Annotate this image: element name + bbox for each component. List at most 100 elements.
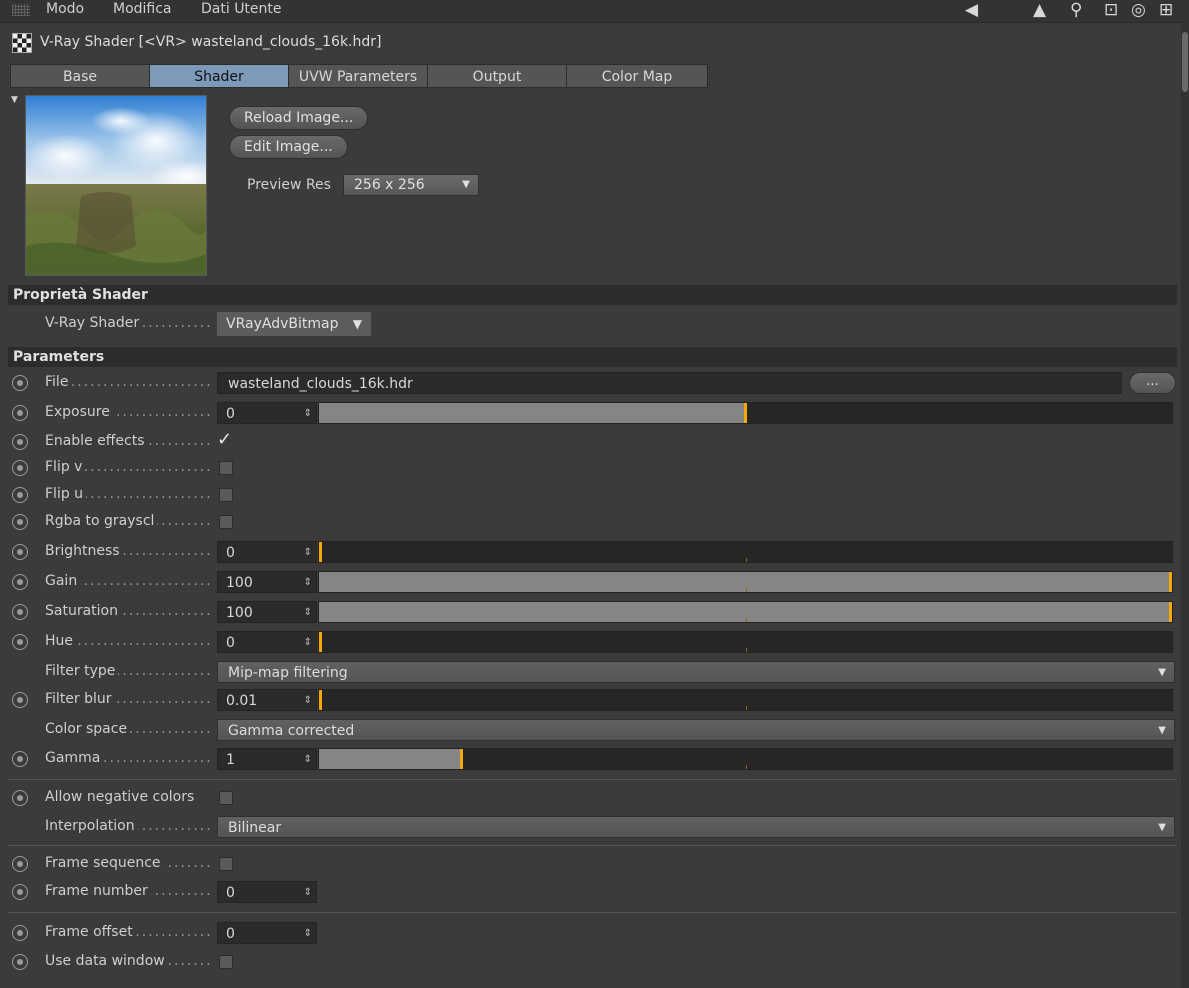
filter-blur-slider[interactable] xyxy=(318,689,1173,711)
menu-dati-utente[interactable]: Dati Utente xyxy=(201,1,282,17)
color-space-dropdown[interactable]: Gamma corrected ▼ xyxy=(217,719,1175,741)
chevron-down-icon: ▼ xyxy=(1158,822,1166,833)
slider-center-tick xyxy=(745,765,747,769)
search-icon[interactable]: ⚲ xyxy=(1070,0,1082,20)
scrollbar[interactable] xyxy=(1181,22,1189,988)
allow-negative-colors-checkbox[interactable] xyxy=(219,791,233,805)
slider-handle[interactable] xyxy=(319,690,322,710)
tab-shader[interactable]: Shader xyxy=(149,64,289,88)
animate-icon[interactable] xyxy=(12,604,28,620)
animate-icon[interactable] xyxy=(12,692,28,708)
animate-icon[interactable] xyxy=(12,884,28,900)
tab-color-map[interactable]: Color Map xyxy=(566,64,708,88)
saturation-input[interactable]: 100 ⇕ xyxy=(217,601,317,623)
label-file: ......................................Fi… xyxy=(45,374,213,390)
vray-shader-dropdown[interactable]: VRayAdvBitmap ▼ xyxy=(217,312,371,336)
animate-icon[interactable] xyxy=(12,634,28,650)
tab-base[interactable]: Base xyxy=(10,64,150,88)
spinner-icon[interactable]: ⇕ xyxy=(304,749,312,771)
row-filter-blur: ......................................Fi… xyxy=(0,687,1189,713)
slider-handle[interactable] xyxy=(460,749,463,769)
interpolation-dropdown[interactable]: Bilinear ▼ xyxy=(217,816,1175,838)
spinner-icon[interactable]: ⇕ xyxy=(304,632,312,654)
animate-icon[interactable] xyxy=(12,434,28,450)
grip-icon[interactable] xyxy=(12,4,30,16)
label-interpolation: ......................................In… xyxy=(45,818,213,834)
target-icon[interactable]: ◎ xyxy=(1131,0,1146,20)
divider xyxy=(8,779,1177,780)
label-allow-negative-colors: Allow negative colors xyxy=(45,789,217,805)
gain-input[interactable]: 100 ⇕ xyxy=(217,571,317,593)
animate-icon[interactable] xyxy=(12,856,28,872)
animate-icon[interactable] xyxy=(12,460,28,476)
label-vray-shader: ......................................V-… xyxy=(45,315,213,331)
animate-icon[interactable] xyxy=(12,405,28,421)
spinner-icon[interactable]: ⇕ xyxy=(304,690,312,712)
scrollbar-thumb[interactable] xyxy=(1182,32,1188,92)
row-color-space: ......................................Co… xyxy=(0,717,1189,743)
menu-bar: Modo Modifica Dati Utente ◀ ▲ ⚲ ⊡ ◎ ⊞ xyxy=(0,0,1189,23)
animate-icon[interactable] xyxy=(12,487,28,503)
filter-type-dropdown[interactable]: Mip-map filtering ▼ xyxy=(217,661,1175,683)
animate-icon[interactable] xyxy=(12,925,28,941)
menu-modifica[interactable]: Modifica xyxy=(113,1,172,17)
new-window-icon[interactable]: ⊞ xyxy=(1159,0,1173,20)
slider-handle[interactable] xyxy=(319,632,322,652)
gamma-input[interactable]: 1 ⇕ xyxy=(217,748,317,770)
row-frame-offset: ......................................Fr… xyxy=(0,920,1189,946)
browse-file-button[interactable]: ... xyxy=(1129,372,1176,394)
cursor-icon[interactable]: ▲ xyxy=(1033,0,1046,20)
file-path-input[interactable]: wasteland_clouds_16k.hdr xyxy=(217,372,1122,394)
menu-modo[interactable]: Modo xyxy=(46,1,84,17)
slider-handle[interactable] xyxy=(744,403,747,423)
filter-blur-input[interactable]: 0.01 ⇕ xyxy=(217,689,317,711)
row-brightness: ......................................Br… xyxy=(0,539,1189,565)
enable-effects-checkbox[interactable]: ✓ xyxy=(217,429,232,450)
spinner-icon[interactable]: ⇕ xyxy=(304,403,312,425)
spinner-icon[interactable]: ⇕ xyxy=(304,542,312,564)
preview-res-dropdown[interactable]: 256 x 256 ▼ xyxy=(343,174,479,196)
frame-offset-input[interactable]: 0 ⇕ xyxy=(217,922,317,944)
spinner-icon[interactable]: ⇕ xyxy=(304,572,312,594)
row-saturation: ......................................Sa… xyxy=(0,599,1189,625)
brightness-slider[interactable] xyxy=(318,541,1173,563)
exposure-slider[interactable] xyxy=(318,402,1173,424)
hue-slider[interactable] xyxy=(318,631,1173,653)
use-data-window-checkbox[interactable] xyxy=(219,955,233,969)
collapse-triangle-icon[interactable]: ▼ xyxy=(11,95,18,105)
brightness-input[interactable]: 0 ⇕ xyxy=(217,541,317,563)
slider-fill xyxy=(319,602,1169,622)
tab-output[interactable]: Output xyxy=(427,64,567,88)
spinner-icon[interactable]: ⇕ xyxy=(304,602,312,624)
lock-icon[interactable]: ⊡ xyxy=(1104,0,1118,20)
frame-sequence-checkbox[interactable] xyxy=(219,857,233,871)
flip-v-checkbox[interactable] xyxy=(219,461,233,475)
gain-slider[interactable] xyxy=(318,571,1173,593)
animate-icon[interactable] xyxy=(12,751,28,767)
rgba-to-grayscale-checkbox[interactable] xyxy=(219,515,233,529)
saturation-slider[interactable] xyxy=(318,601,1173,623)
gamma-slider[interactable] xyxy=(318,748,1173,770)
animate-icon[interactable] xyxy=(12,954,28,970)
checker-shader-icon xyxy=(12,33,32,53)
animate-icon[interactable] xyxy=(12,514,28,530)
animate-icon[interactable] xyxy=(12,574,28,590)
hue-input[interactable]: 0 ⇕ xyxy=(217,631,317,653)
reload-image-button[interactable]: Reload Image... xyxy=(229,106,369,130)
slider-fill xyxy=(319,403,744,423)
exposure-input[interactable]: 0 ⇕ xyxy=(217,402,317,424)
animate-icon[interactable] xyxy=(12,544,28,560)
spinner-icon[interactable]: ⇕ xyxy=(304,923,312,945)
tab-uvw-parameters[interactable]: UVW Parameters xyxy=(288,64,428,88)
animate-icon[interactable] xyxy=(12,790,28,806)
flip-u-checkbox[interactable] xyxy=(219,488,233,502)
chevron-down-icon: ▼ xyxy=(462,179,470,190)
animate-icon[interactable] xyxy=(12,375,28,391)
slider-handle[interactable] xyxy=(1169,602,1172,622)
back-arrow-icon[interactable]: ◀ xyxy=(965,0,978,20)
spinner-icon[interactable]: ⇕ xyxy=(304,882,312,904)
frame-number-input[interactable]: 0 ⇕ xyxy=(217,881,317,903)
slider-handle[interactable] xyxy=(319,542,322,562)
slider-handle[interactable] xyxy=(1169,572,1172,592)
edit-image-button[interactable]: Edit Image... xyxy=(229,135,348,159)
